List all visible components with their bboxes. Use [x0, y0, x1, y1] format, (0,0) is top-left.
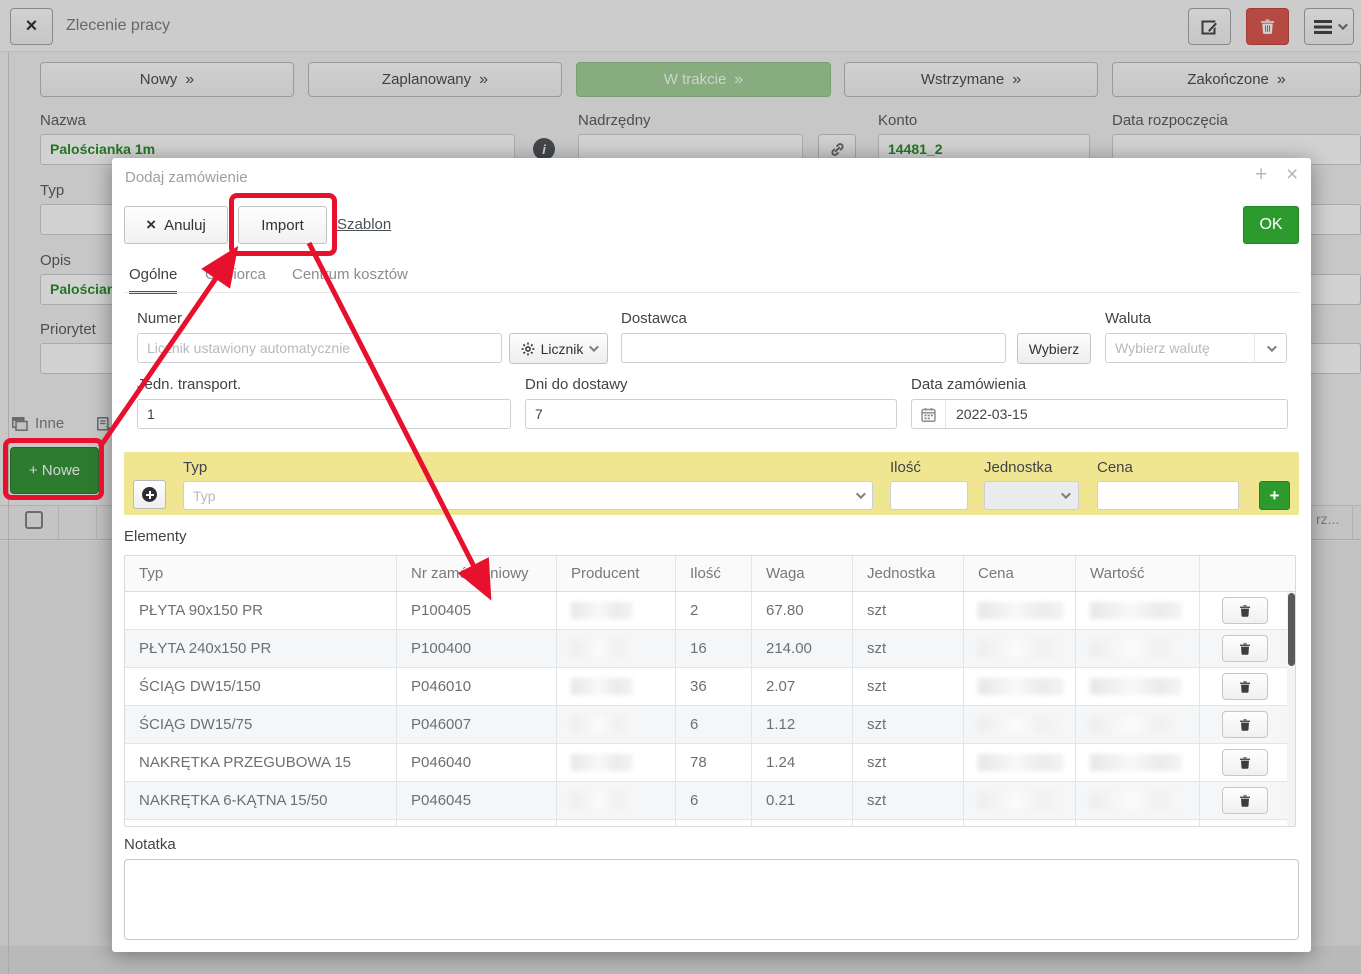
- licznik-button[interactable]: Licznik: [509, 333, 608, 364]
- delete-row-button[interactable]: [1222, 673, 1268, 700]
- x-icon: ×: [146, 215, 156, 235]
- delete-row-button[interactable]: [1222, 597, 1268, 624]
- table-scrollbar-thumb[interactable]: [1288, 593, 1295, 666]
- wybierz-button[interactable]: Wybierz: [1017, 333, 1091, 364]
- redacted-producent: [571, 602, 633, 619]
- chevron-down-icon: [1061, 489, 1071, 499]
- table-row: NAKRĘTKA 6-KĄTNA 15/50 P046045 6 0.21 sz…: [125, 782, 1295, 820]
- jedn-transport-label: Jedn. transport.: [137, 376, 241, 393]
- quick-jednostka-select[interactable]: [984, 481, 1079, 510]
- dialog-title: Dodaj zamówienie: [125, 169, 248, 186]
- redacted-wartosc: [1090, 716, 1182, 733]
- notatka-label: Notatka: [124, 836, 176, 853]
- screen: × Zlecenie pracy Nowy» Zaplanowany»: [0, 0, 1361, 974]
- quick-typ-input[interactable]: [183, 481, 873, 510]
- annotation-box-nowe: [3, 438, 104, 500]
- quick-jednostka-label: Jednostka: [984, 459, 1052, 476]
- redacted-wartosc: [1090, 640, 1182, 657]
- dostawca-input[interactable]: [621, 333, 1006, 363]
- numer-input[interactable]: [137, 333, 502, 363]
- redacted-producent: [571, 754, 633, 771]
- chevron-down-icon: [1254, 334, 1286, 362]
- quick-add-bar: Typ Ilość Jednostka Cena +: [124, 452, 1299, 515]
- tab-ogolne[interactable]: Ogólne: [129, 266, 177, 293]
- table-row: NAKRĘTKA PRZEGUBOWA 15 P046040 78 1.24 s…: [125, 744, 1295, 782]
- quick-typ-label: Typ: [183, 459, 207, 476]
- redacted-producent: [571, 792, 633, 809]
- redacted-cena: [978, 602, 1064, 619]
- numer-label: Numer: [137, 310, 182, 327]
- delete-row-button[interactable]: [1222, 749, 1268, 776]
- dni-do-dostawy-label: Dni do dostawy: [525, 376, 628, 393]
- redacted-producent: [571, 716, 633, 733]
- redacted-cena: [978, 640, 1064, 657]
- quick-cena-input[interactable]: [1097, 481, 1239, 510]
- anuluj-button[interactable]: × Anuluj: [124, 206, 228, 244]
- dni-do-dostawy-input[interactable]: [525, 399, 897, 429]
- waluta-select[interactable]: Wybierz walutę: [1105, 333, 1287, 363]
- redacted-cena: [978, 716, 1064, 733]
- chevron-down-icon: [589, 342, 599, 352]
- redacted-wartosc: [1090, 678, 1182, 695]
- tabs-divider: [124, 292, 1299, 293]
- quick-cena-label: Cena: [1097, 459, 1133, 476]
- quick-ilosc-label: Ilość: [890, 459, 921, 476]
- delete-row-button[interactable]: [1222, 635, 1268, 662]
- redacted-wartosc: [1090, 792, 1182, 809]
- table-row: ŚCIĄG DW15/75 P046007 6 1.12 szt: [125, 706, 1295, 744]
- elements-table: Typ Nr zamówieniowy Producent Ilość Waga…: [124, 555, 1296, 827]
- tab-odbiorca[interactable]: Odbiorca: [205, 266, 266, 293]
- redacted-cena: [978, 678, 1064, 695]
- redacted-producent: [571, 678, 633, 695]
- data-zamowienia-input[interactable]: 2022-03-15: [911, 399, 1288, 429]
- calendar-icon: [912, 400, 946, 428]
- table-row-clipped: [125, 820, 1295, 827]
- dodaj-zamowienie-dialog: Dodaj zamówienie + × × Anuluj Import Sza…: [112, 158, 1311, 952]
- gear-icon: [521, 342, 535, 356]
- redacted-wartosc: [1090, 754, 1182, 771]
- dostawca-label: Dostawca: [621, 310, 687, 327]
- dialog-plus-icon[interactable]: +: [1255, 164, 1267, 185]
- table-row: PŁYTA 90x150 PR P100405 2 67.80 szt: [125, 592, 1295, 630]
- tab-centrum-kosztow[interactable]: Centrum kosztów: [292, 266, 408, 293]
- jedn-transport-input[interactable]: [137, 399, 511, 429]
- redacted-cena: [978, 792, 1064, 809]
- data-zamowienia-label: Data zamówienia: [911, 376, 1026, 393]
- notatka-textarea[interactable]: [124, 859, 1299, 940]
- elementy-label: Elementy: [124, 528, 187, 545]
- dialog-close-icon[interactable]: ×: [1286, 164, 1298, 185]
- redacted-wartosc: [1090, 602, 1182, 619]
- quick-ilosc-input[interactable]: [890, 481, 968, 510]
- annotation-box-import: [229, 193, 337, 256]
- table-row: ŚCIĄG DW15/150 P046010 36 2.07 szt: [125, 668, 1295, 706]
- table-header-row: Typ Nr zamówieniowy Producent Ilość Waga…: [125, 556, 1295, 592]
- ok-button[interactable]: OK: [1243, 206, 1299, 244]
- szablon-link[interactable]: Szablon: [337, 216, 391, 233]
- table-row: PŁYTA 240x150 PR P100400 16 214.00 szt: [125, 630, 1295, 668]
- waluta-label: Waluta: [1105, 310, 1151, 327]
- redacted-cena: [978, 754, 1064, 771]
- delete-row-button[interactable]: [1222, 711, 1268, 738]
- table-scrollbar: [1287, 592, 1295, 827]
- plus-circle-icon: [142, 487, 157, 502]
- delete-row-button[interactable]: [1222, 787, 1268, 814]
- add-element-button[interactable]: +: [1259, 481, 1290, 510]
- redacted-producent: [571, 640, 633, 657]
- add-row-options-button[interactable]: [133, 480, 166, 509]
